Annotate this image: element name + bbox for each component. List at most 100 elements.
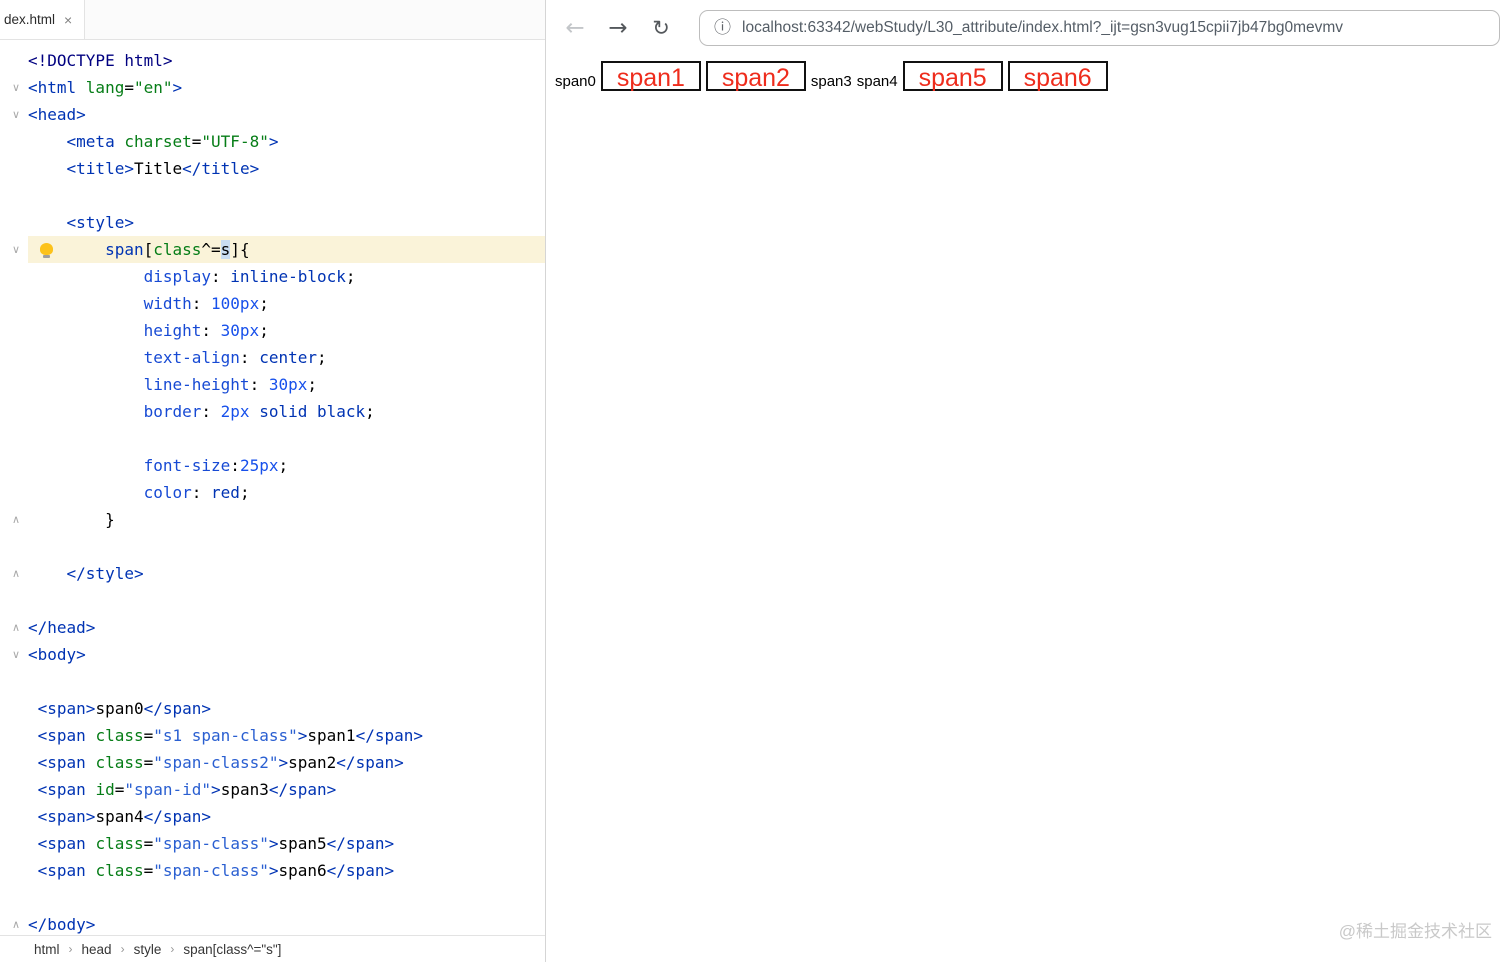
code-token: "UTF-8" (201, 132, 269, 151)
breadcrumb-item[interactable]: span[class^="s"] (183, 942, 281, 957)
code-line[interactable]: <html lang="en"> (28, 74, 545, 101)
rendered-span-box: span2 (705, 61, 806, 92)
code-line[interactable]: <style> (28, 209, 545, 236)
fold-up-icon[interactable]: ∧ (9, 911, 23, 935)
code-token: class (95, 861, 144, 880)
tab-close-icon[interactable]: × (64, 13, 72, 27)
rendered-span-box: span5 (902, 61, 1003, 92)
code-token: height (143, 321, 202, 340)
code-token: = (143, 753, 154, 772)
rendered-span-text: span4 (856, 73, 898, 90)
breadcrumb-item[interactable]: style (134, 942, 162, 957)
code-token: lang (85, 78, 125, 97)
code-line[interactable]: display: inline-block; (28, 263, 545, 290)
code-line[interactable] (28, 668, 545, 695)
code-line[interactable]: <span class="span-class">span5</span> (28, 830, 545, 857)
fold-down-icon[interactable]: ∨ (9, 236, 23, 263)
code-line[interactable]: <title>Title</title> (28, 155, 545, 182)
code-token: line-height (143, 375, 250, 394)
code-line[interactable]: </style> (28, 560, 545, 587)
code-token: 2px (220, 402, 250, 421)
code-token: <span (37, 861, 96, 880)
editor-pane: dex.html × ∨ ∨ ∨ ∧ ∧ ∧ ∨ ∧ <!DOCTYPE html> <html… (0, 0, 546, 962)
code-token: <span (37, 780, 96, 799)
code-token: <html (28, 78, 86, 97)
intention-bulb-icon[interactable] (40, 243, 53, 258)
breadcrumb-item[interactable]: head (82, 942, 112, 957)
code-token: : (211, 267, 231, 286)
code-token: > (268, 132, 279, 151)
fold-down-icon[interactable]: ∨ (9, 74, 23, 101)
code-line[interactable]: <span>span0</span> (28, 695, 545, 722)
breadcrumb-item[interactable]: html (34, 942, 60, 957)
code-token: = (143, 726, 154, 745)
code-line[interactable] (28, 425, 545, 452)
forward-icon[interactable]: → (605, 16, 631, 40)
fold-down-icon[interactable]: ∨ (9, 641, 23, 668)
reload-icon[interactable]: ↻ (648, 17, 674, 39)
tab-label: dex.html (4, 12, 56, 27)
code-token: color (143, 483, 192, 502)
code-line[interactable]: <span>span4</span> (28, 803, 545, 830)
code-token: id (95, 780, 115, 799)
fold-up-icon[interactable]: ∧ (9, 614, 23, 641)
browser-viewport: span0 span1 span2 span3 span4 span5 span6 (546, 56, 1512, 962)
breadcrumb: html › head › style › span[class^="s"] (0, 935, 545, 962)
code-token: span5 (278, 834, 327, 853)
code-token: <span (37, 726, 96, 745)
address-bar[interactable]: ⓘ localhost:63342/webStudy/L30_attribute… (699, 10, 1500, 46)
code-line[interactable]: <span class="s1 span-class">span1</span> (28, 722, 545, 749)
fold-up-icon[interactable]: ∧ (9, 560, 23, 587)
info-icon[interactable]: ⓘ (714, 19, 731, 37)
code-line[interactable]: <!DOCTYPE html> (28, 47, 545, 74)
code-line[interactable] (28, 587, 545, 614)
code-line[interactable]: font-size:25px; (28, 452, 545, 479)
fold-up-icon[interactable]: ∧ (9, 506, 23, 533)
url-text: localhost:63342/webStudy/L30_attribute/i… (742, 19, 1344, 36)
code-token: display (143, 267, 212, 286)
code-token: ; (239, 483, 250, 502)
code-line[interactable]: line-height: 30px; (28, 371, 545, 398)
code-line[interactable]: <body> (28, 641, 545, 668)
code-token: font-size (143, 456, 231, 475)
code-line[interactable]: text-align: center; (28, 344, 545, 371)
code-line[interactable]: span[class^=s]{ (28, 236, 545, 263)
code-line[interactable]: </body> (28, 911, 545, 935)
code-line[interactable] (28, 884, 545, 911)
code-editor[interactable]: ∨ ∨ ∨ ∧ ∧ ∧ ∨ ∧ <!DOCTYPE html> <html lang="en">… (0, 40, 545, 935)
code-line[interactable] (28, 182, 545, 209)
code-line[interactable]: <meta charset="UTF-8"> (28, 128, 545, 155)
browser-pane: ← → ↻ ⓘ localhost:63342/webStudy/L30_att… (546, 0, 1512, 962)
code-line[interactable] (28, 533, 545, 560)
code-token: 30px (220, 321, 260, 340)
code-line[interactable]: <span class="span-class">span6</span> (28, 857, 545, 884)
rendered-span-text: span3 (810, 73, 852, 90)
code-line[interactable]: height: 30px; (28, 317, 545, 344)
code-token: "s1 span-class" (153, 726, 298, 745)
code-token: <span> (37, 807, 96, 826)
code-line[interactable]: <head> (28, 101, 545, 128)
rendered-span-box: span6 (1007, 61, 1108, 92)
code-line[interactable]: color: red; (28, 479, 545, 506)
code-token: ; (345, 267, 356, 286)
code-token: "span-id" (124, 780, 212, 799)
back-icon[interactable]: ← (562, 16, 588, 40)
code-line[interactable]: width: 100px; (28, 290, 545, 317)
editor-tab-bar: dex.html × (0, 0, 545, 40)
code-line[interactable]: <span class="span-class2">span2</span> (28, 749, 545, 776)
code-line[interactable]: <span id="span-id">span3</span> (28, 776, 545, 803)
code-line[interactable]: } (28, 506, 545, 533)
code-line[interactable]: </head> (28, 614, 545, 641)
code-token: "span-class" (153, 834, 269, 853)
editor-gutter: ∨ ∨ ∨ ∧ ∧ ∧ ∨ ∧ (0, 40, 28, 935)
code-line[interactable]: border: 2px solid black; (28, 398, 545, 425)
fold-down-icon[interactable]: ∨ (9, 101, 23, 128)
editor-tab-index-html[interactable]: dex.html × (0, 0, 86, 39)
